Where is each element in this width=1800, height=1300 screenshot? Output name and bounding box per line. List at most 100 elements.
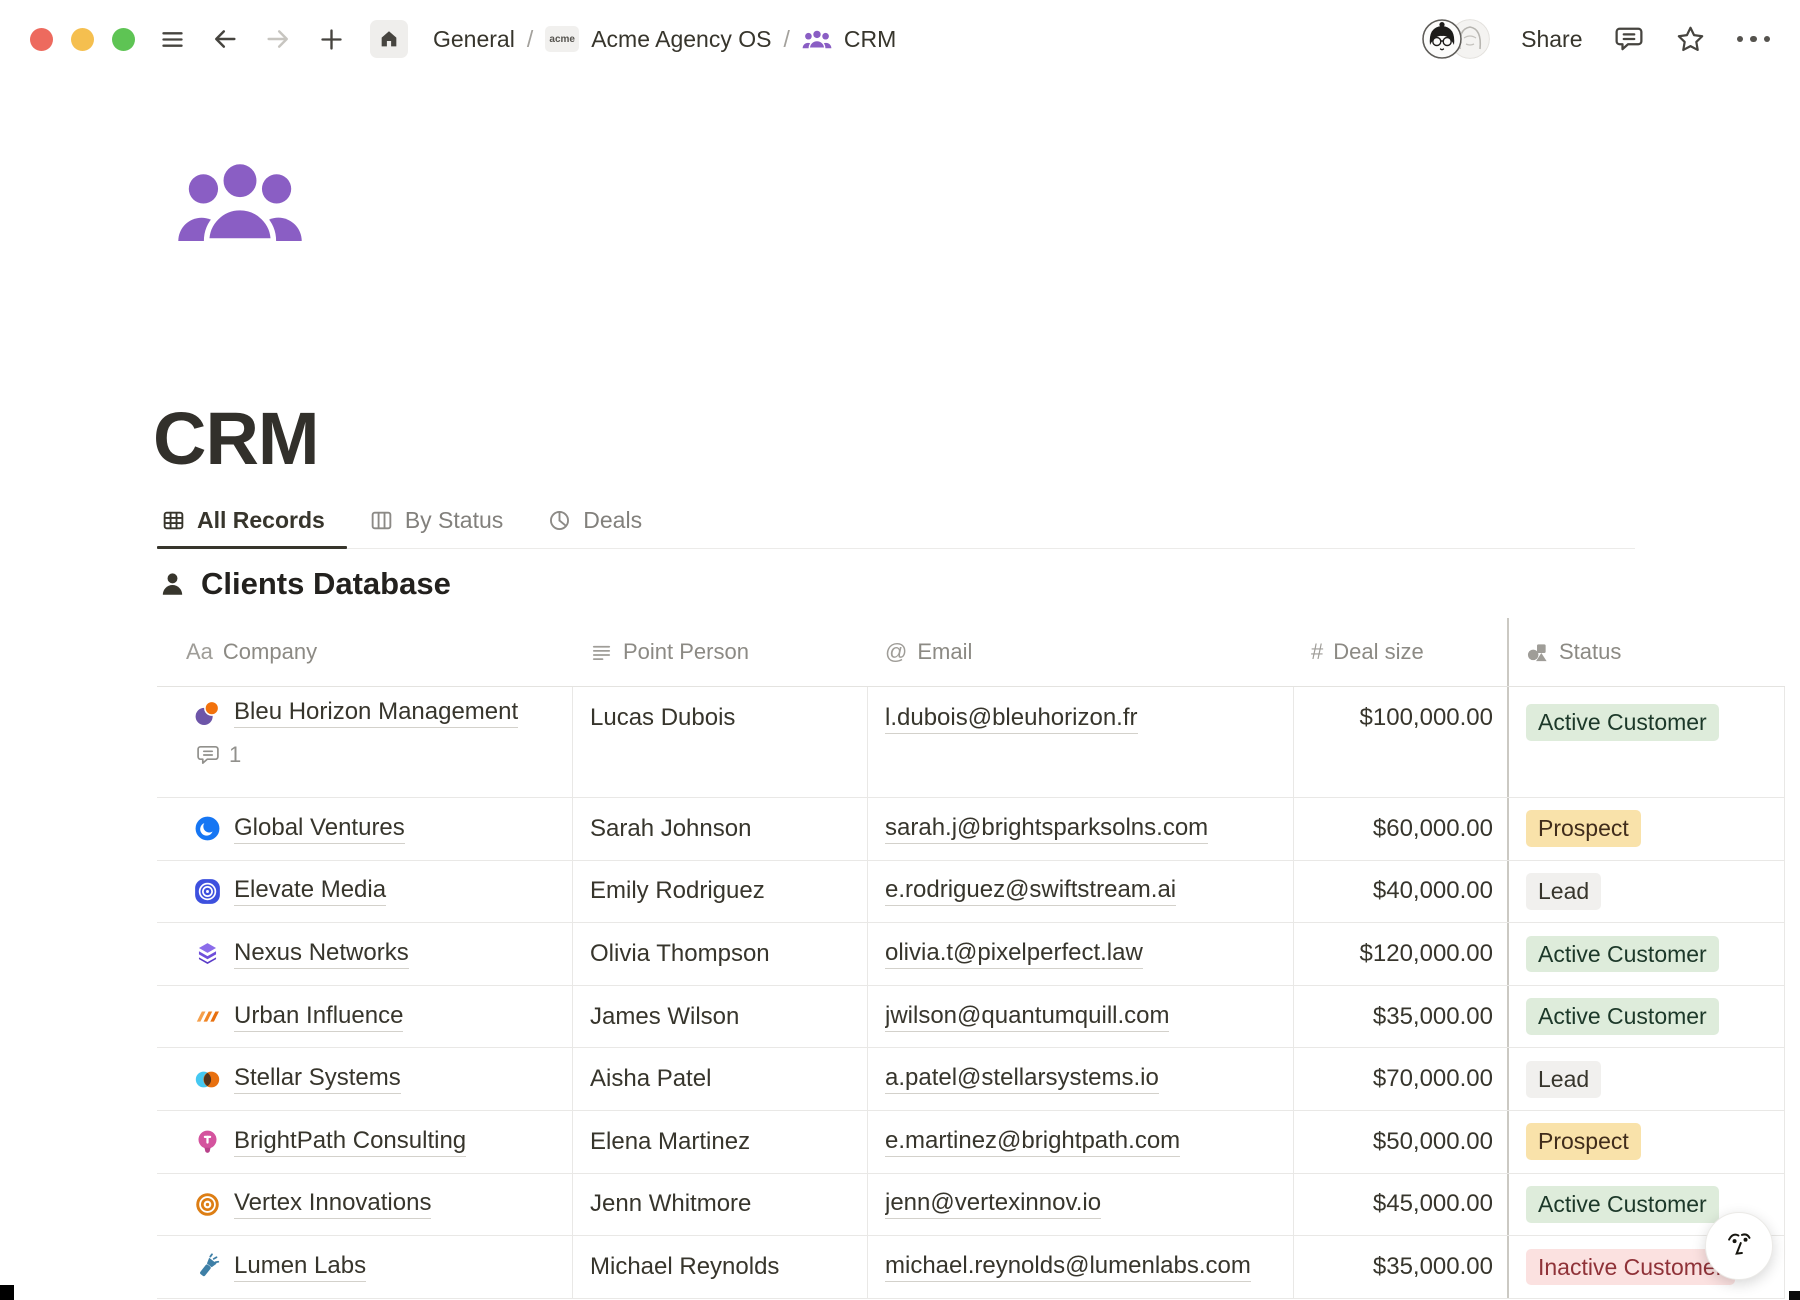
deal-size-cell[interactable]: $35,000.00 <box>1294 986 1509 1048</box>
column-header-email[interactable]: @ Email <box>868 618 1294 686</box>
company-link[interactable]: Bleu Horizon Management <box>234 698 518 728</box>
email-link[interactable]: jwilson@quantumquill.com <box>885 1002 1169 1032</box>
email-link[interactable]: jenn@vertexinnov.io <box>885 1189 1101 1219</box>
acme-workspace-icon[interactable]: acme <box>545 26 579 52</box>
status-badge[interactable]: Active Customer <box>1526 998 1719 1035</box>
new-page-plus-icon[interactable] <box>317 25 345 53</box>
hamburger-menu-icon[interactable] <box>158 25 186 53</box>
deal-size-cell[interactable]: $70,000.00 <box>1294 1048 1509 1110</box>
deal-size-cell[interactable]: $40,000.00 <box>1294 861 1509 923</box>
more-options-icon[interactable] <box>1737 36 1771 43</box>
email-link[interactable]: l.dubois@bleuhorizon.fr <box>885 704 1138 734</box>
column-header-company[interactable]: Aa Company <box>157 618 573 686</box>
company-link[interactable]: Urban Influence <box>234 1002 403 1032</box>
email-link[interactable]: olivia.t@pixelperfect.law <box>885 939 1143 969</box>
company-cell[interactable]: Urban Influence <box>157 986 573 1048</box>
email-cell[interactable]: sarah.j@brightsparksolns.com <box>868 798 1294 860</box>
deal-size-cell[interactable]: $120,000.00 <box>1294 923 1509 985</box>
email-link[interactable]: sarah.j@brightsparksolns.com <box>885 814 1208 844</box>
breadcrumb-page[interactable]: CRM <box>844 26 896 53</box>
email-cell[interactable]: jenn@vertexinnov.io <box>868 1174 1294 1236</box>
company-link[interactable]: Lumen Labs <box>234 1252 366 1282</box>
status-badge[interactable]: Prospect <box>1526 810 1641 847</box>
point-person-cell[interactable]: Emily Rodriguez <box>573 861 868 923</box>
company-link[interactable]: Global Ventures <box>234 814 405 844</box>
zoom-window-button[interactable] <box>112 28 135 51</box>
breadcrumb-section[interactable]: General <box>433 26 515 53</box>
status-badge[interactable]: Active Customer <box>1526 704 1719 741</box>
company-cell[interactable]: Bleu Horizon Management 1 <box>157 687 573 797</box>
favorite-star-icon[interactable] <box>1675 24 1706 55</box>
point-person-cell[interactable]: Jenn Whitmore <box>573 1174 868 1236</box>
deal-size-cell[interactable]: $45,000.00 <box>1294 1174 1509 1236</box>
email-link[interactable]: e.rodriguez@swiftstream.ai <box>885 876 1176 906</box>
status-badge[interactable]: Inactive Customer <box>1526 1249 1735 1286</box>
email-link[interactable]: a.patel@stellarsystems.io <box>885 1064 1159 1094</box>
comments-icon[interactable] <box>1614 24 1644 54</box>
deal-size-cell[interactable]: $100,000.00 <box>1294 687 1509 797</box>
breadcrumb-workspace[interactable]: Acme Agency OS <box>591 26 771 53</box>
deal-size-cell[interactable]: $35,000.00 <box>1294 1236 1509 1298</box>
status-badge[interactable]: Active Customer <box>1526 1186 1719 1223</box>
company-link[interactable]: Vertex Innovations <box>234 1189 431 1219</box>
status-cell[interactable]: Active Customer <box>1509 986 1785 1048</box>
tab-deals[interactable]: Deals <box>525 492 664 548</box>
status-cell[interactable]: Prospect <box>1509 798 1785 860</box>
deal-size-cell[interactable]: $50,000.00 <box>1294 1111 1509 1173</box>
status-cell[interactable]: Active Customer <box>1509 687 1785 797</box>
email-cell[interactable]: olivia.t@pixelperfect.law <box>868 923 1294 985</box>
back-arrow-icon[interactable] <box>211 25 239 53</box>
company-cell[interactable]: Vertex Innovations <box>157 1174 573 1236</box>
comment-count[interactable]: 1 <box>196 742 518 768</box>
point-person-cell[interactable]: James Wilson <box>573 986 868 1048</box>
company-cell[interactable]: Global Ventures <box>157 798 573 860</box>
home-icon[interactable] <box>370 20 408 58</box>
deal-size-cell[interactable]: $60,000.00 <box>1294 798 1509 860</box>
status-cell[interactable]: Lead <box>1509 861 1785 923</box>
status-badge[interactable]: Prospect <box>1526 1123 1641 1160</box>
email-link[interactable]: michael.reynolds@lumenlabs.com <box>885 1252 1251 1282</box>
status-cell[interactable]: Lead <box>1509 1048 1785 1110</box>
collaborator-avatars[interactable] <box>1422 19 1490 59</box>
column-header-deal-size[interactable]: # Deal size <box>1294 618 1509 686</box>
point-person-cell[interactable]: Michael Reynolds <box>573 1236 868 1298</box>
page-title[interactable]: CRM <box>153 396 319 481</box>
point-person-cell[interactable]: Aisha Patel <box>573 1048 868 1110</box>
email-cell[interactable]: jwilson@quantumquill.com <box>868 986 1294 1048</box>
company-cell[interactable]: Elevate Media <box>157 861 573 923</box>
company-link[interactable]: Elevate Media <box>234 876 386 906</box>
database-title[interactable]: Clients Database <box>201 566 451 602</box>
notion-ai-face-button[interactable] <box>1705 1212 1773 1280</box>
column-header-status[interactable]: Status <box>1507 618 1785 686</box>
tab-all-records[interactable]: All Records <box>157 492 347 548</box>
point-person-cell[interactable]: Elena Martinez <box>573 1111 868 1173</box>
email-cell[interactable]: l.dubois@bleuhorizon.fr <box>868 687 1294 797</box>
email-cell[interactable]: e.rodriguez@swiftstream.ai <box>868 861 1294 923</box>
forward-arrow-icon[interactable] <box>264 25 292 53</box>
status-badge[interactable]: Lead <box>1526 873 1601 910</box>
point-person-cell[interactable]: Sarah Johnson <box>573 798 868 860</box>
column-header-point-person[interactable]: Point Person <box>573 618 868 686</box>
company-link[interactable]: BrightPath Consulting <box>234 1127 466 1157</box>
tab-by-status[interactable]: By Status <box>347 492 525 548</box>
point-person-cell[interactable]: Lucas Dubois <box>573 687 868 797</box>
company-cell[interactable]: Nexus Networks <box>157 923 573 985</box>
company-cell[interactable]: Stellar Systems <box>157 1048 573 1110</box>
point-person-cell[interactable]: Olivia Thompson <box>573 923 868 985</box>
email-cell[interactable]: michael.reynolds@lumenlabs.com <box>868 1236 1294 1298</box>
company-cell[interactable]: Lumen Labs <box>157 1236 573 1298</box>
company-link[interactable]: Nexus Networks <box>234 939 409 969</box>
email-cell[interactable]: a.patel@stellarsystems.io <box>868 1048 1294 1110</box>
close-window-button[interactable] <box>30 28 53 51</box>
status-cell[interactable]: Prospect <box>1509 1111 1785 1173</box>
company-link[interactable]: Stellar Systems <box>234 1064 401 1094</box>
email-link[interactable]: e.martinez@brightpath.com <box>885 1127 1180 1157</box>
page-people-icon[interactable] <box>176 158 304 249</box>
status-cell[interactable]: Active Customer <box>1509 923 1785 985</box>
email-cell[interactable]: e.martinez@brightpath.com <box>868 1111 1294 1173</box>
status-badge[interactable]: Active Customer <box>1526 936 1719 973</box>
company-cell[interactable]: BrightPath Consulting <box>157 1111 573 1173</box>
share-button[interactable]: Share <box>1521 26 1582 53</box>
status-badge[interactable]: Lead <box>1526 1061 1601 1098</box>
minimize-window-button[interactable] <box>71 28 94 51</box>
